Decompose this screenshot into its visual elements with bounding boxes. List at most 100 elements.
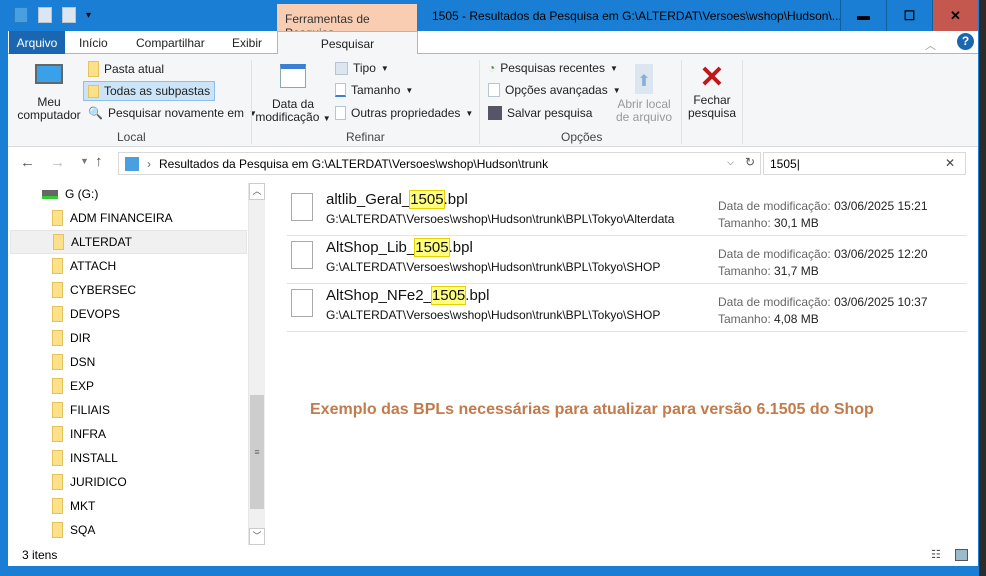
- navigation-bar: ← → ▼ ↑ › Resultados da Pesquisa em G:\A…: [8, 147, 978, 180]
- folder-icon: [52, 258, 63, 274]
- tab-compartilhar[interactable]: Compartilhar: [136, 31, 205, 54]
- current-folder-button[interactable]: Pasta atual: [88, 61, 164, 77]
- close-search-button[interactable]: ✕ Fechar pesquisa: [685, 62, 739, 120]
- save-search-button[interactable]: Salvar pesquisa: [488, 106, 592, 120]
- properties-icon[interactable]: [38, 7, 52, 23]
- tree-item-folder[interactable]: MKT: [10, 494, 247, 518]
- recent-searches-button[interactable]: ◔ Pesquisas recentes ▼: [488, 61, 618, 75]
- group-label-options: Opções: [561, 130, 603, 144]
- search-input[interactable]: 1505| ✕: [763, 152, 966, 175]
- content-area: G (G:) ADM FINANCEIRA ALTERDAT ATTACH CYBER…: [8, 180, 978, 545]
- type-button[interactable]: Tipo ▼: [335, 61, 389, 75]
- subfolders-icon: [88, 84, 99, 98]
- document-icon: [335, 106, 346, 120]
- folder-icon: [88, 61, 99, 77]
- date-modified-label: Data da modificação: [255, 97, 320, 124]
- search-match-highlight: 1505: [414, 238, 450, 257]
- tree-item-folder[interactable]: SQA: [10, 518, 247, 542]
- navigation-pane: G (G:) ADM FINANCEIRA ALTERDAT ATTACH CYBER…: [8, 180, 266, 545]
- result-item[interactable]: altlib_Geral_1505.bpl G:\ALTERDAT\Versoes…: [287, 188, 967, 236]
- title-bar: ▾ Ferramentas de Pesquisa 1505 - Resulta…: [0, 0, 979, 40]
- file-path: G:\ALTERDAT\Versoes\wshop\Hudson\trunk\B…: [326, 260, 661, 274]
- back-arrow-icon[interactable]: ←: [20, 154, 35, 171]
- address-dropdown-icon[interactable]: ⌵: [727, 157, 734, 168]
- close-search-label: Fechar pesquisa: [687, 93, 737, 120]
- ribbon: Meu computador Pasta atual Todas as subp…: [8, 54, 978, 147]
- tab-inicio[interactable]: Início: [79, 31, 108, 54]
- divider: [742, 60, 743, 144]
- customize-toolbar-chevron-icon[interactable]: ▾: [86, 10, 91, 21]
- open-location-label: Abrir local de arquivo: [615, 97, 673, 124]
- other-properties-button[interactable]: Outras propriedades ▼: [335, 106, 473, 120]
- scrollbar-thumb[interactable]: ≡: [250, 395, 264, 509]
- tree-item-folder[interactable]: ALTERDAT: [10, 230, 247, 254]
- window-title: 1505 - Resultados da Pesquisa em G:\ALTE…: [432, 9, 842, 23]
- group-label-local: Local: [117, 130, 146, 144]
- tree-item-folder[interactable]: EXP: [10, 374, 247, 398]
- my-computer-button[interactable]: Meu computador: [14, 62, 84, 122]
- collapse-ribbon-icon[interactable]: ︿: [925, 37, 936, 53]
- large-icons-view-icon[interactable]: [955, 549, 968, 561]
- scroll-down-icon[interactable]: ﹀: [249, 528, 265, 545]
- explorer-app-icon[interactable]: [14, 7, 28, 23]
- tree-item-folder[interactable]: JURIDICO: [10, 470, 247, 494]
- type-icon: [335, 61, 348, 75]
- clear-search-icon[interactable]: ✕: [945, 156, 955, 170]
- search-match-highlight: 1505: [409, 190, 445, 209]
- tree-item-folder[interactable]: ADM FINANCEIRA: [10, 206, 247, 230]
- result-item[interactable]: AltShop_Lib_1505.bpl G:\ALTERDAT\Versoes\…: [287, 236, 967, 284]
- tree-item-drive-g[interactable]: G (G:): [10, 182, 247, 206]
- tab-exibir[interactable]: Exibir: [232, 31, 262, 54]
- divider: [479, 60, 480, 144]
- tab-pesquisar[interactable]: Pesquisar: [277, 31, 418, 55]
- forward-arrow-icon[interactable]: →: [50, 154, 65, 171]
- details-view-icon[interactable]: ☷: [931, 548, 941, 561]
- tree-item-folder[interactable]: DSN: [10, 350, 247, 374]
- other-properties-label: Outras propriedades: [351, 106, 461, 120]
- result-item[interactable]: AltShop_NFe2_1505.bpl G:\ALTERDAT\Versoes…: [287, 284, 967, 332]
- recent-locations-chevron-icon[interactable]: ▼: [80, 156, 89, 166]
- scroll-up-icon[interactable]: ︿: [249, 183, 265, 200]
- tree-item-folder[interactable]: DIR: [10, 326, 247, 350]
- folder-label: DIR: [70, 331, 91, 345]
- address-path: Resultados da Pesquisa em G:\ALTERDAT\Ve…: [159, 156, 549, 171]
- file-icon: [291, 289, 313, 317]
- minimize-button[interactable]: ▬: [840, 0, 886, 31]
- search-again-button[interactable]: 🔍 Pesquisar novamente em ▼: [88, 106, 257, 120]
- folder-icon: [52, 210, 63, 226]
- advanced-options-button[interactable]: Opções avançadas ▼: [488, 83, 621, 97]
- tree-item-folder[interactable]: CYBERSEC: [10, 278, 247, 302]
- recent-searches-icon: ◔: [488, 61, 496, 75]
- search-again-label: Pesquisar novamente em: [107, 106, 245, 120]
- file-icon: [291, 193, 313, 221]
- ribbon-tabs: Arquivo Início Compartilhar Exibir Pesqu…: [8, 31, 978, 55]
- advanced-options-label: Opções avançadas: [505, 83, 608, 97]
- tab-arquivo[interactable]: Arquivo: [9, 31, 65, 54]
- type-label: Tipo: [353, 61, 376, 75]
- open-file-location-button[interactable]: ⬆ Abrir local de arquivo: [612, 64, 676, 124]
- navigation-pane-scrollbar[interactable]: ︿ ≡ ﹀: [248, 183, 265, 545]
- red-x-icon: ✕: [699, 61, 725, 94]
- all-subfolders-label: Todas as subpastas: [104, 84, 211, 98]
- address-bar[interactable]: › Resultados da Pesquisa em G:\ALTERDAT\…: [118, 152, 761, 175]
- size-button[interactable]: Tamanho ▼: [335, 83, 413, 97]
- tree-item-folder[interactable]: DEVOPS: [10, 302, 247, 326]
- date-modified: Data de modificação: 03/06/2025 15:21: [718, 199, 928, 213]
- folder-icon: [52, 306, 63, 322]
- close-button[interactable]: ✕: [932, 0, 978, 31]
- new-folder-icon[interactable]: [62, 7, 76, 23]
- folder-label: CYBERSEC: [70, 283, 137, 297]
- refresh-icon[interactable]: ↻: [745, 155, 755, 169]
- folder-icon: [52, 522, 63, 538]
- all-subfolders-button[interactable]: Todas as subpastas: [83, 81, 216, 101]
- tree-item-folder[interactable]: INFRA: [10, 422, 247, 446]
- tree-item-folder[interactable]: INSTALL: [10, 446, 247, 470]
- group-label-refine: Refinar: [346, 130, 385, 144]
- tree-item-folder[interactable]: ATTACH: [10, 254, 247, 278]
- up-arrow-icon[interactable]: ↑: [95, 153, 103, 170]
- date-modified-button[interactable]: Data da modificação ▼: [255, 64, 331, 125]
- tree-item-folder[interactable]: FILIAIS: [10, 398, 247, 422]
- help-icon[interactable]: ?: [957, 33, 974, 50]
- maximize-button[interactable]: ☐: [886, 0, 932, 31]
- file-size: Tamanho: 31,7 MB: [718, 264, 819, 278]
